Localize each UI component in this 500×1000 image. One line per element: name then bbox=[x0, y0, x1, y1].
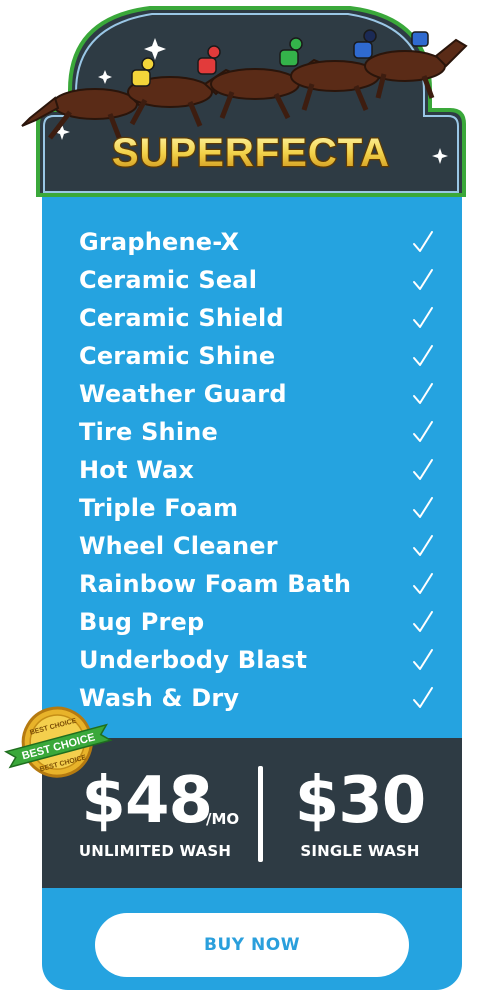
feature-item: Underbody Blast bbox=[79, 644, 434, 682]
feature-item: Ceramic Shield bbox=[79, 302, 434, 340]
feature-label: Triple Foam bbox=[79, 494, 239, 522]
buy-now-button[interactable]: BUY NOW bbox=[95, 913, 409, 977]
checkmark-icon bbox=[413, 535, 433, 556]
checkmark-icon bbox=[413, 421, 433, 442]
feature-label: Tire Shine bbox=[79, 418, 219, 446]
checkmark-icon bbox=[413, 573, 433, 594]
feature-label: Ceramic Seal bbox=[79, 266, 258, 294]
checkmark-icon bbox=[413, 383, 433, 404]
feature-item: Bug Prep bbox=[79, 606, 434, 644]
feature-label: Underbody Blast bbox=[79, 646, 308, 674]
superfecta-header: SUPERFECTA bbox=[21, 6, 470, 197]
feature-item: Weather Guard bbox=[79, 378, 434, 416]
single-price: $30 SINGLE WASH bbox=[258, 738, 462, 888]
feature-list: Graphene-X Ceramic Seal Ceramic Shield Cera… bbox=[79, 226, 434, 720]
feature-item: Graphene-X bbox=[79, 226, 434, 264]
feature-label: Rainbow Foam Bath bbox=[79, 570, 352, 598]
feature-item: Hot Wax bbox=[79, 454, 434, 492]
checkmark-icon bbox=[413, 611, 433, 632]
feature-label: Graphene-X bbox=[79, 228, 240, 256]
checkmark-icon bbox=[413, 345, 433, 366]
header-title: SUPERFECTA bbox=[112, 131, 390, 175]
single-wash-label: SINGLE WASH bbox=[300, 842, 420, 860]
checkmark-icon bbox=[413, 307, 433, 328]
checkmark-icon bbox=[413, 459, 433, 480]
checkmark-icon bbox=[413, 687, 433, 708]
feature-item: Ceramic Shine bbox=[79, 340, 434, 378]
checkmark-icon bbox=[413, 649, 433, 670]
checkmark-icon bbox=[413, 269, 433, 290]
feature-item: Rainbow Foam Bath bbox=[79, 568, 434, 606]
feature-item: Ceramic Seal bbox=[79, 264, 434, 302]
feature-item: Wheel Cleaner bbox=[79, 530, 434, 568]
single-price-amount: $30 bbox=[294, 764, 427, 838]
best-choice-badge: BEST CHOICE BEST CHOICE BEST CHOICE bbox=[4, 706, 113, 778]
feature-label: Hot Wax bbox=[79, 456, 195, 484]
package-card: Graphene-X Ceramic Seal Ceramic Shield Cera… bbox=[42, 150, 462, 990]
per-month-label: /MO bbox=[206, 810, 240, 828]
feature-label: Wheel Cleaner bbox=[79, 532, 278, 560]
feature-label: Weather Guard bbox=[79, 380, 287, 408]
price-divider bbox=[258, 766, 263, 862]
feature-label: Bug Prep bbox=[79, 608, 205, 636]
feature-item: Tire Shine bbox=[79, 416, 434, 454]
checkmark-icon bbox=[413, 231, 433, 252]
feature-item: Wash & Dry bbox=[79, 682, 434, 720]
feature-item: Triple Foam bbox=[79, 492, 434, 530]
feature-label: Ceramic Shield bbox=[79, 304, 284, 332]
feature-label: Ceramic Shine bbox=[79, 342, 276, 370]
checkmark-icon bbox=[413, 497, 433, 518]
unlimited-wash-label: UNLIMITED WASH bbox=[78, 842, 232, 860]
